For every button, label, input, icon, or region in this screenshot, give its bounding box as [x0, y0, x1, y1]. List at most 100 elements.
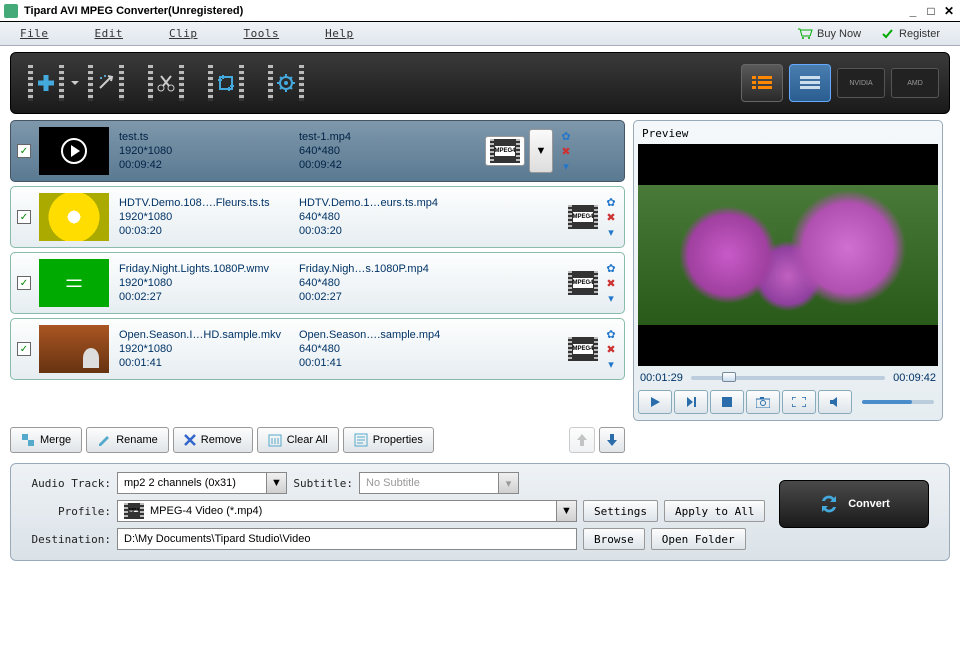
audio-track-select[interactable]: mp2 2 channels (0x31) ▼ [117, 472, 287, 494]
row-expand-icon[interactable]: ▾ [559, 159, 573, 173]
view-detail-button[interactable] [789, 64, 831, 102]
output-filename: Friday.Nigh…s.1080P.mp4 [299, 263, 479, 275]
source-duration: 00:03:20 [119, 225, 299, 237]
audio-track-label: Audio Track: [21, 477, 111, 490]
effect-button[interactable] [81, 61, 131, 105]
properties-button[interactable]: Properties [343, 427, 434, 453]
move-up-button[interactable] [569, 427, 595, 453]
output-filename: test-1.mp4 [299, 131, 479, 143]
register-link[interactable]: Register [881, 28, 940, 40]
subtitle-label: Subtitle: [293, 477, 353, 490]
crop-button[interactable] [201, 61, 251, 105]
buy-now-link[interactable]: Buy Now [797, 28, 861, 40]
output-resolution: 640*480 [299, 343, 479, 355]
dropdown-icon: ▾ [498, 473, 518, 493]
close-button[interactable]: ✕ [942, 4, 956, 18]
merge-label: Merge [40, 434, 71, 446]
source-filename: Friday.Night.Lights.1080P.wmv [119, 263, 299, 275]
subtitle-select[interactable]: No Subtitle ▾ [359, 472, 519, 494]
apply-all-button[interactable]: Apply to All [664, 500, 765, 522]
file-row[interactable]: ✓Open.Season.I…HD.sample.mkv1920*108000:… [10, 318, 625, 380]
seek-slider[interactable] [691, 376, 885, 380]
menu-file[interactable]: File [20, 27, 49, 40]
stop-button[interactable] [710, 390, 744, 414]
menu-clip[interactable]: Clip [169, 27, 198, 40]
step-button[interactable] [674, 390, 708, 414]
row-settings-icon[interactable]: ✿ [604, 261, 618, 275]
output-filename: Open.Season….sample.mp4 [299, 329, 479, 341]
row-settings-icon[interactable]: ✿ [559, 129, 573, 143]
mpeg-icon: MPEG4 [568, 271, 598, 295]
file-row[interactable]: ✓▬▬▬▬▬▬Friday.Night.Lights.1080P.wmv1920… [10, 252, 625, 314]
toolbar: NVIDIA AMD [10, 52, 950, 114]
output-duration: 00:02:27 [299, 291, 479, 303]
dropdown-icon: ▼ [266, 473, 286, 493]
open-folder-button[interactable]: Open Folder [651, 528, 746, 550]
row-expand-icon[interactable]: ▾ [604, 225, 618, 239]
file-checkbox[interactable]: ✓ [17, 342, 31, 356]
fullscreen-button[interactable] [782, 390, 816, 414]
file-row[interactable]: ✓HDTV.Demo.108….Fleurs.ts.ts1920*108000:… [10, 186, 625, 248]
row-settings-icon[interactable]: ✿ [604, 195, 618, 209]
snapshot-button[interactable] [746, 390, 780, 414]
minimize-button[interactable]: _ [906, 4, 920, 18]
file-list: ✓test.ts1920*108000:09:42test-1.mp4640*4… [10, 120, 625, 421]
output-resolution: 640*480 [299, 277, 479, 289]
profile-value: MPEG-4 Video (*.mp4) [150, 505, 262, 517]
menu-help[interactable]: Help [325, 27, 354, 40]
file-checkbox[interactable]: ✓ [17, 210, 31, 224]
trim-button[interactable] [141, 61, 191, 105]
convert-label: Convert [848, 498, 890, 510]
output-filename: HDTV.Demo.1…eurs.ts.mp4 [299, 197, 479, 209]
format-dropdown[interactable]: ▼ [529, 129, 553, 173]
convert-button[interactable]: Convert [779, 480, 929, 528]
destination-field[interactable]: D:\My Documents\Tipard Studio\Video [117, 528, 577, 550]
register-label: Register [899, 28, 940, 40]
profile-label: Profile: [21, 505, 111, 518]
view-list-button[interactable] [741, 64, 783, 102]
row-remove-icon[interactable]: ✖ [604, 276, 618, 290]
menu-edit[interactable]: Edit [95, 27, 124, 40]
mpeg-icon: MPEG4 [568, 337, 598, 361]
row-remove-icon[interactable]: ✖ [559, 144, 573, 158]
volume-slider[interactable] [862, 400, 934, 404]
amd-badge: AMD [891, 68, 939, 98]
file-checkbox[interactable]: ✓ [17, 276, 31, 290]
remove-button[interactable]: Remove [173, 427, 253, 453]
rename-label: Rename [116, 434, 158, 446]
add-file-button[interactable] [21, 61, 71, 105]
browse-button[interactable]: Browse [583, 528, 645, 550]
clear-all-button[interactable]: Clear All [257, 427, 339, 453]
audio-value: mp2 2 channels (0x31) [124, 477, 236, 489]
file-thumbnail: ▬▬▬▬▬▬ [39, 259, 109, 307]
merge-button[interactable]: Merge [10, 427, 82, 453]
preview-screen[interactable] [638, 144, 938, 366]
subtitle-value: No Subtitle [366, 477, 420, 489]
maximize-button[interactable]: □ [924, 4, 938, 18]
source-filename: Open.Season.I…HD.sample.mkv [119, 329, 299, 341]
check-icon [881, 28, 895, 40]
preview-label: Preview [638, 125, 938, 142]
rename-button[interactable]: Rename [86, 427, 169, 453]
convert-icon [818, 493, 840, 515]
output-resolution: 640*480 [299, 211, 479, 223]
profile-settings-button[interactable]: Settings [583, 500, 658, 522]
row-expand-icon[interactable]: ▾ [604, 357, 618, 371]
settings-button[interactable] [261, 61, 311, 105]
file-thumbnail [39, 193, 109, 241]
destination-label: Destination: [21, 533, 111, 546]
file-checkbox[interactable]: ✓ [17, 144, 31, 158]
row-expand-icon[interactable]: ▾ [604, 291, 618, 305]
menu-tools[interactable]: Tools [244, 27, 280, 40]
profile-select[interactable]: MP4 MPEG-4 Video (*.mp4)▼ [117, 500, 577, 522]
file-row[interactable]: ✓test.ts1920*108000:09:42test-1.mp4640*4… [10, 120, 625, 182]
move-down-button[interactable] [599, 427, 625, 453]
row-remove-icon[interactable]: ✖ [604, 210, 618, 224]
mute-button[interactable] [818, 390, 852, 414]
output-duration: 00:03:20 [299, 225, 479, 237]
output-duration: 00:01:41 [299, 357, 479, 369]
source-resolution: 1920*1080 [119, 145, 299, 157]
row-remove-icon[interactable]: ✖ [604, 342, 618, 356]
play-button[interactable] [638, 390, 672, 414]
row-settings-icon[interactable]: ✿ [604, 327, 618, 341]
